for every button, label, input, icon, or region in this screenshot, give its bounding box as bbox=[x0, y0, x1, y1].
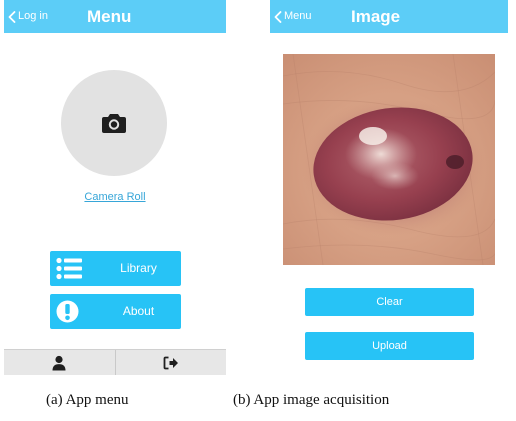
clear-button[interactable]: Clear bbox=[305, 288, 474, 316]
list-icon bbox=[56, 257, 82, 280]
camera-icon bbox=[102, 114, 126, 133]
user-icon bbox=[52, 355, 66, 371]
caption-app-image-acquisition: (b) App image acquisition bbox=[233, 392, 390, 408]
tab-sign-out[interactable] bbox=[114, 350, 227, 375]
sign-out-icon bbox=[163, 356, 178, 370]
chevron-left-icon bbox=[8, 10, 16, 23]
skin-lesion-photo bbox=[283, 54, 495, 265]
login-back-button[interactable]: Log in bbox=[8, 0, 48, 33]
camera-roll-link[interactable]: Camera Roll bbox=[4, 191, 226, 203]
caption-app-menu: (a) App menu bbox=[46, 392, 129, 408]
back-label: Log in bbox=[18, 10, 48, 22]
tab-bar bbox=[4, 349, 226, 375]
camera-button[interactable] bbox=[61, 70, 167, 176]
image-navbar: Menu Image bbox=[270, 0, 508, 33]
exclamation-icon bbox=[56, 300, 79, 323]
menu-back-button[interactable]: Menu bbox=[274, 0, 312, 33]
about-button[interactable]: About bbox=[50, 294, 181, 329]
library-button-label: Library bbox=[120, 261, 157, 275]
back-label: Menu bbox=[284, 10, 312, 22]
tab-profile[interactable] bbox=[4, 350, 115, 375]
page-title: Menu bbox=[87, 7, 132, 26]
menu-screen: Log in Menu Camera Roll Library About bbox=[4, 0, 226, 375]
library-button[interactable]: Library bbox=[50, 251, 181, 286]
page-title: Image bbox=[351, 7, 401, 26]
chevron-left-icon bbox=[274, 10, 282, 23]
about-button-label: About bbox=[122, 304, 155, 318]
image-screen: Menu Image Clear Upload bbox=[270, 0, 508, 375]
upload-button[interactable]: Upload bbox=[305, 332, 474, 360]
menu-navbar: Log in Menu bbox=[4, 0, 226, 33]
